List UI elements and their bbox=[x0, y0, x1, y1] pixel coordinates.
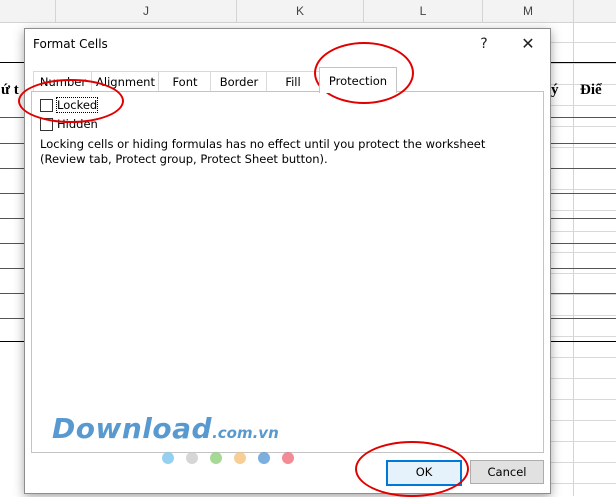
watermark-dot bbox=[162, 452, 174, 464]
tab-number[interactable]: Number bbox=[33, 71, 93, 92]
column-header-l[interactable]: L bbox=[364, 0, 483, 22]
ok-button[interactable]: OK bbox=[386, 460, 462, 486]
table-row-line bbox=[540, 293, 616, 294]
table-row-line bbox=[0, 168, 24, 169]
cancel-button[interactable]: Cancel bbox=[470, 460, 544, 484]
column-header-k[interactable]: K bbox=[237, 0, 364, 22]
table-row-line bbox=[540, 218, 616, 219]
table-row-line bbox=[540, 318, 616, 319]
watermark-dot bbox=[210, 452, 222, 464]
tab-protection[interactable]: Protection bbox=[319, 67, 397, 93]
table-row-line bbox=[0, 318, 24, 319]
tab-border[interactable]: Border bbox=[210, 71, 268, 92]
table-row-line bbox=[0, 293, 24, 294]
watermark-dot bbox=[282, 452, 294, 464]
locked-checkbox[interactable] bbox=[40, 99, 53, 112]
table-row-line bbox=[540, 268, 616, 269]
column-header-m[interactable]: M bbox=[483, 0, 574, 22]
watermark-dot bbox=[258, 452, 270, 464]
table-row-line bbox=[0, 143, 24, 144]
hidden-label[interactable]: Hidden bbox=[57, 117, 98, 131]
download-watermark-logo: Download.com.vn bbox=[52, 412, 279, 445]
column-header-bar: J K L M bbox=[0, 0, 616, 23]
help-button[interactable]: ? bbox=[473, 34, 495, 54]
table-row-line bbox=[0, 243, 24, 244]
table-header-fragment-left: ứ t bbox=[1, 82, 19, 98]
hidden-checkbox[interactable] bbox=[40, 118, 53, 131]
table-row-line bbox=[0, 193, 24, 194]
table-header-fragment-right-b: Điể bbox=[580, 82, 602, 98]
table-header-fragment-right-a: ý bbox=[551, 82, 559, 98]
watermark-dot bbox=[234, 452, 246, 464]
tab-alignment[interactable]: Alignment bbox=[91, 71, 160, 92]
tab-fill[interactable]: Fill bbox=[266, 71, 320, 92]
watermark-dot bbox=[186, 452, 198, 464]
column-header-j[interactable]: J bbox=[56, 0, 237, 22]
tab-strip: Number Alignment Font Border Fill Protec… bbox=[33, 67, 543, 93]
protection-description: Locking cells or hiding formulas has no … bbox=[40, 137, 486, 166]
watermark-dots bbox=[162, 449, 306, 464]
table-row-line bbox=[540, 168, 616, 169]
table-row-line bbox=[0, 268, 24, 269]
table-row-line bbox=[0, 117, 24, 118]
watermark-main-text: Download bbox=[52, 412, 213, 445]
table-row-line bbox=[540, 243, 616, 244]
column-header-blank bbox=[0, 0, 56, 22]
table-row-line bbox=[0, 218, 24, 219]
close-button[interactable]: ✕ bbox=[517, 34, 539, 54]
locked-label[interactable]: Locked bbox=[55, 97, 99, 113]
dialog-title: Format Cells bbox=[33, 37, 108, 51]
hidden-checkbox-row[interactable]: Hidden bbox=[40, 117, 120, 133]
table-border-left bbox=[0, 62, 25, 342]
table-border-right bbox=[540, 62, 616, 342]
table-row-line bbox=[540, 117, 616, 118]
tab-font[interactable]: Font bbox=[158, 71, 212, 92]
table-row-line bbox=[540, 143, 616, 144]
table-row-line bbox=[540, 193, 616, 194]
protection-tab-panel: Locked Hidden Locking cells or hiding fo… bbox=[31, 91, 544, 453]
locked-checkbox-row[interactable]: Locked bbox=[40, 97, 120, 114]
dialog-title-bar[interactable]: Format Cells ? ✕ bbox=[25, 29, 550, 59]
watermark-suffix-text: .com.vn bbox=[212, 424, 279, 442]
